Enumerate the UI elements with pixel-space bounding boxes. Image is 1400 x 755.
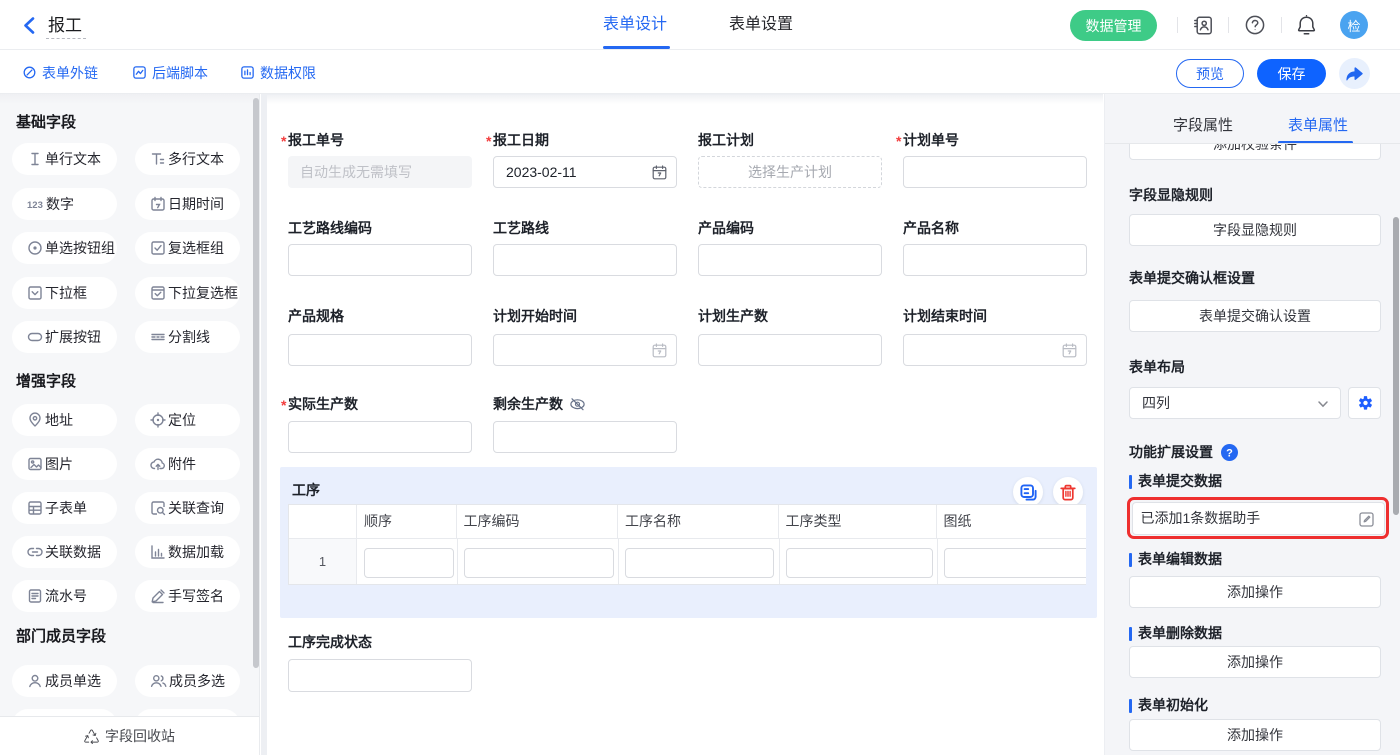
svg-text:?: ? (1226, 447, 1233, 459)
svg-text:123: 123 (27, 200, 43, 211)
